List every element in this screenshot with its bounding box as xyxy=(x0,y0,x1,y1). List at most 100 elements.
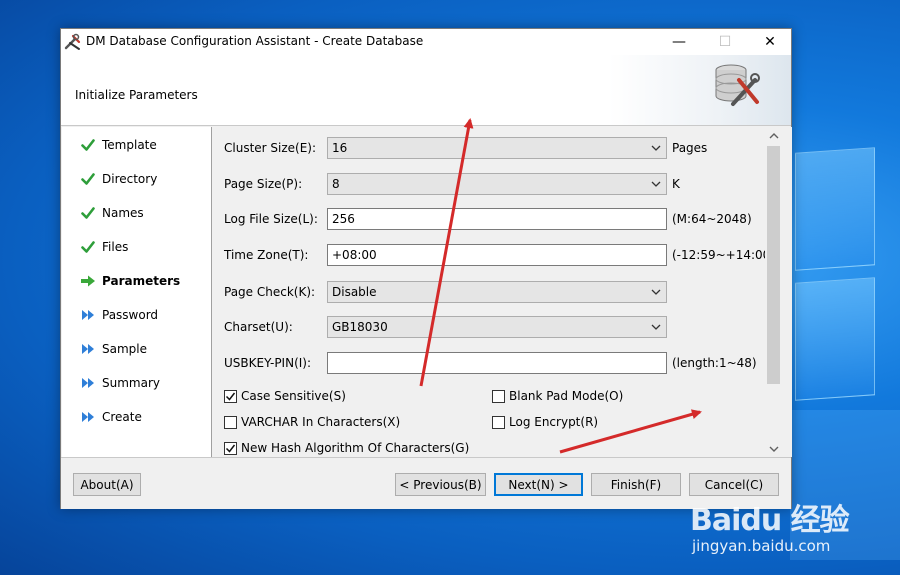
charset-select[interactable]: GB18030 xyxy=(327,316,667,338)
dialog-window: DM Database Configuration Assistant - Cr… xyxy=(60,28,792,509)
step-parameters[interactable]: Parameters xyxy=(80,271,180,291)
watermark-url: jingyan.baidu.com xyxy=(692,537,831,555)
double-chevron-icon xyxy=(80,341,96,357)
cluster-size-select[interactable]: 16 xyxy=(327,137,667,159)
page-check-label: Page Check(K): xyxy=(224,285,316,299)
usbkey-pin-label: USBKEY-PIN(I): xyxy=(224,356,312,370)
page-check-value: Disable xyxy=(332,285,377,299)
cluster-size-label: Cluster Size(E): xyxy=(224,141,317,155)
double-chevron-icon xyxy=(80,375,96,391)
step-files[interactable]: Files xyxy=(80,237,128,257)
time-zone-input[interactable]: +08:00 xyxy=(327,244,667,266)
scrollbar-thumb[interactable] xyxy=(767,146,780,384)
step-label: Summary xyxy=(102,376,160,390)
log-file-size-range: (M:64~2048) xyxy=(672,212,752,226)
title-bar[interactable]: DM Database Configuration Assistant - Cr… xyxy=(61,29,791,55)
varchar-in-characters-checkbox[interactable]: VARCHAR In Characters(X) xyxy=(224,415,400,429)
step-directory[interactable]: Directory xyxy=(80,169,157,189)
log-file-size-value: 256 xyxy=(332,212,355,226)
usbkey-pin-range: (length:1~48) xyxy=(672,356,757,370)
usbkey-pin-input[interactable] xyxy=(327,352,667,374)
minimize-button[interactable]: — xyxy=(656,29,702,55)
cluster-size-value: 16 xyxy=(332,141,348,155)
next-button[interactable]: Next(N) > xyxy=(494,473,583,496)
wizard-steps-sidebar: Template Directory Names Files Parameter… xyxy=(62,127,211,457)
log-file-size-input[interactable]: 256 xyxy=(327,208,667,230)
checkmark-icon xyxy=(224,441,237,455)
maximize-icon: ☐ xyxy=(718,34,732,50)
new-hash-algorithm-label: New Hash Algorithm Of Characters(G) xyxy=(241,441,470,455)
vertical-scrollbar[interactable] xyxy=(765,127,782,457)
window-title: DM Database Configuration Assistant - Cr… xyxy=(86,34,424,48)
time-zone-value: +08:00 xyxy=(332,248,377,262)
scroll-down-icon[interactable] xyxy=(765,440,782,457)
baidu-watermark: Baidu 经验 jingyan.baidu.com xyxy=(686,495,896,565)
case-sensitive-label: Case Sensitive(S) xyxy=(241,389,346,403)
page-size-value: 8 xyxy=(332,177,340,191)
check-icon xyxy=(80,171,96,187)
desktop-logo-pane xyxy=(795,147,875,271)
new-hash-algorithm-checkbox[interactable]: New Hash Algorithm Of Characters(G) xyxy=(224,441,469,455)
time-zone-range: (-12:59~+14:00) xyxy=(672,248,775,262)
step-label: Files xyxy=(102,240,129,254)
checkbox-box xyxy=(224,415,237,429)
step-label: Parameters xyxy=(102,274,181,288)
step-label: Template xyxy=(102,138,157,152)
step-create[interactable]: Create xyxy=(80,407,142,427)
wizard-footer: About(A) < Previous(B) Next(N) > Finish(… xyxy=(61,457,791,509)
parameters-panel: Cluster Size(E): 16 Pages Page Size(P): … xyxy=(211,127,792,457)
step-summary[interactable]: Summary xyxy=(80,373,160,393)
cancel-button[interactable]: Cancel(C) xyxy=(689,473,779,496)
scroll-up-icon[interactable] xyxy=(765,127,782,144)
close-icon: ✕ xyxy=(764,34,776,50)
maximize-button[interactable]: ☐ xyxy=(702,29,748,55)
time-zone-label: Time Zone(T): xyxy=(224,248,309,262)
charset-label: Charset(U): xyxy=(224,320,293,334)
step-names[interactable]: Names xyxy=(80,203,144,223)
wizard-header: Initialize Parameters xyxy=(61,55,791,126)
step-label: Password xyxy=(102,308,159,322)
case-sensitive-checkbox[interactable]: Case Sensitive(S) xyxy=(224,389,346,403)
page-size-label: Page Size(P): xyxy=(224,177,303,191)
checkbox-box xyxy=(492,389,505,403)
blank-pad-mode-label: Blank Pad Mode(O) xyxy=(509,389,624,403)
page-check-select[interactable]: Disable xyxy=(327,281,667,303)
varchar-in-characters-label: VARCHAR In Characters(X) xyxy=(241,415,401,429)
step-sample[interactable]: Sample xyxy=(80,339,147,359)
page-size-unit: K xyxy=(672,177,680,191)
checkmark-icon xyxy=(224,389,237,403)
check-icon xyxy=(80,137,96,153)
database-tools-icon xyxy=(715,64,760,106)
blank-pad-mode-checkbox[interactable]: Blank Pad Mode(O) xyxy=(492,389,623,403)
step-password[interactable]: Password xyxy=(80,305,158,325)
check-icon xyxy=(80,239,96,255)
tools-icon xyxy=(64,33,81,50)
checkbox-box xyxy=(492,415,505,429)
finish-button[interactable]: Finish(F) xyxy=(591,473,681,496)
close-button[interactable]: ✕ xyxy=(747,29,793,55)
step-label: Sample xyxy=(102,342,147,356)
double-chevron-icon xyxy=(80,307,96,323)
arrow-right-icon xyxy=(80,273,96,289)
step-label: Directory xyxy=(102,172,158,186)
check-icon xyxy=(80,205,96,221)
minimize-icon: — xyxy=(672,34,686,50)
chevron-down-icon xyxy=(651,181,661,187)
log-encrypt-checkbox[interactable]: Log Encrypt(R) xyxy=(492,415,598,429)
previous-button[interactable]: < Previous(B) xyxy=(395,473,486,496)
about-button[interactable]: About(A) xyxy=(73,473,141,496)
chevron-down-icon xyxy=(651,289,661,295)
chevron-down-icon xyxy=(651,145,661,151)
page-title: Initialize Parameters xyxy=(75,88,198,102)
log-file-size-label: Log File Size(L): xyxy=(224,212,318,226)
chevron-down-icon xyxy=(651,324,661,330)
step-label: Names xyxy=(102,206,144,220)
log-encrypt-label: Log Encrypt(R) xyxy=(509,415,599,429)
charset-value: GB18030 xyxy=(332,320,388,334)
page-size-select[interactable]: 8 xyxy=(327,173,667,195)
double-chevron-icon xyxy=(80,409,96,425)
cluster-size-unit: Pages xyxy=(672,141,708,155)
step-template[interactable]: Template xyxy=(80,135,157,155)
step-label: Create xyxy=(102,410,142,424)
desktop-logo-pane xyxy=(795,277,875,401)
